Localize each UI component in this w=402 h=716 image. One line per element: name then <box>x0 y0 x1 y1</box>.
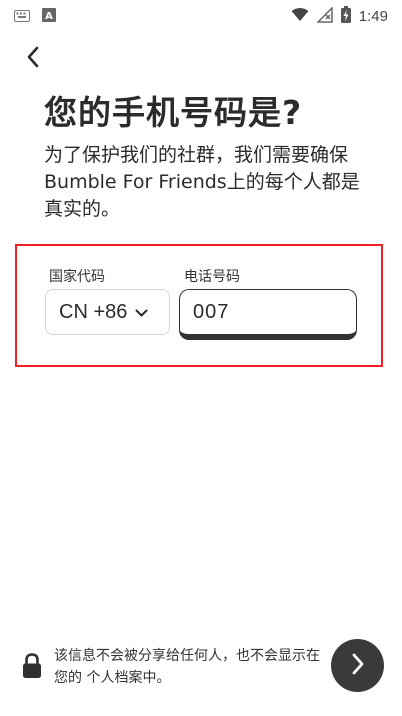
font-a-icon: A <box>42 7 56 26</box>
privacy-note: 该信息不会被分享给任何人，也不会显示在您的 个人档案中。 <box>54 648 320 686</box>
phone-number-input[interactable]: 007 <box>179 289 357 340</box>
keyboard-icon <box>14 7 30 26</box>
battery-charging-icon <box>340 6 351 27</box>
chevron-left-icon <box>26 46 40 72</box>
status-bar: A 1:49 <box>0 0 402 30</box>
phone-number-value: 007 <box>193 300 230 323</box>
page-title: 您的手机号码是? <box>44 93 303 132</box>
country-code-label: 国家代码 <box>49 269 105 285</box>
status-time: 1:49 <box>358 8 388 25</box>
chevron-right-icon <box>351 653 365 679</box>
country-code-select[interactable]: CN +86 <box>45 289 170 335</box>
svg-text:A: A <box>45 11 53 22</box>
lock-icon <box>22 653 42 679</box>
status-right-icons: 1:49 <box>291 5 388 27</box>
page-subtitle: 为了保护我们的社群，我们需要确保Bumble For Friends上的每个人都… <box>44 144 360 220</box>
chevron-down-icon <box>135 303 148 322</box>
status-left-icons: A <box>14 7 56 26</box>
no-signal-icon <box>315 5 333 27</box>
next-button[interactable] <box>331 639 384 692</box>
country-code-value: CN +86 <box>59 300 128 323</box>
back-button[interactable] <box>18 44 48 74</box>
wifi-icon <box>291 7 309 26</box>
phone-number-label: 电话号码 <box>184 269 240 285</box>
